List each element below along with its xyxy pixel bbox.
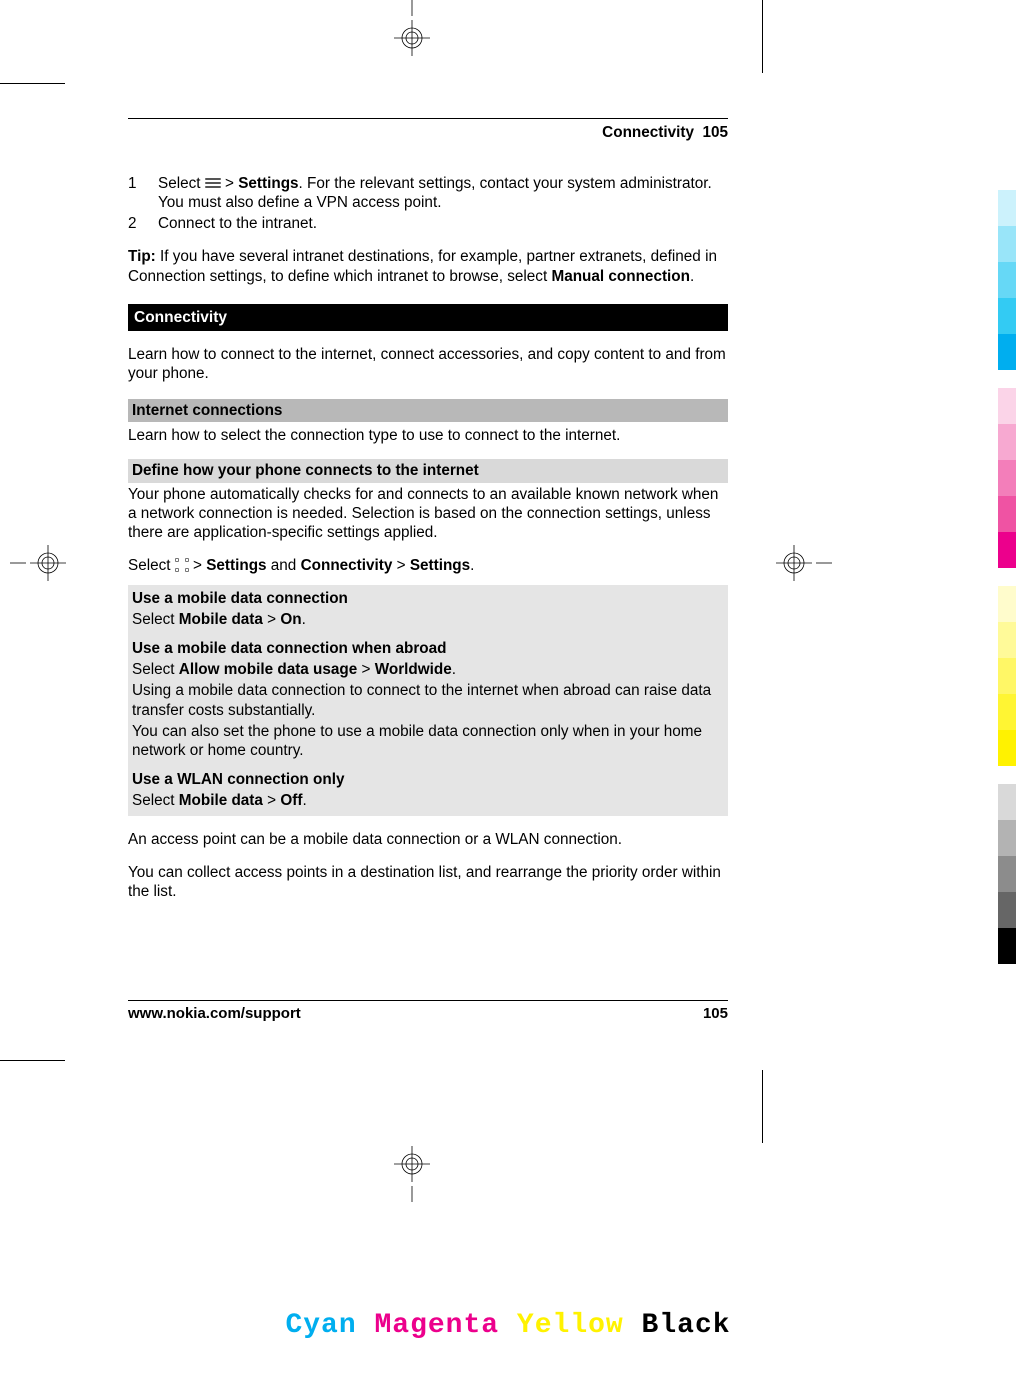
connectivity-intro: Learn how to connect to the internet, co… — [128, 345, 728, 383]
tip-paragraph: Tip: If you have several intranet destin… — [128, 247, 728, 285]
access-point-note: An access point can be a mobile data con… — [128, 830, 728, 849]
page-content: Connectivity 105 1 Select > Settings. Fo… — [128, 118, 728, 901]
box-wlan-only: Use a WLAN connection only Select Mobile… — [128, 766, 728, 816]
section-heading-connectivity: Connectivity — [128, 304, 728, 331]
step-1: 1 Select > Settings. For the relevant se… — [128, 174, 728, 212]
step-2: 2 Connect to the intranet. — [128, 214, 728, 233]
running-header: Connectivity 105 — [128, 123, 728, 142]
subsection-define: Define how your phone connects to the in… — [128, 459, 728, 482]
define-paragraph: Your phone automatically checks for and … — [128, 485, 728, 542]
define-select-path: Select > Settings and Connectivity > Set… — [128, 556, 728, 575]
menu-icon — [205, 176, 221, 190]
internet-intro: Learn how to select the connection type … — [128, 426, 728, 445]
process-color-names: Cyan Magenta Yellow Black — [0, 1310, 1016, 1341]
footer-url: www.nokia.com/support — [128, 1005, 301, 1022]
footer-page-number: 105 — [703, 1005, 728, 1022]
box-mobile-data-abroad: Use a mobile data connection when abroad… — [128, 635, 728, 766]
crop-mark — [0, 1060, 65, 1061]
apps-icon — [175, 558, 189, 572]
crop-mark — [762, 0, 763, 73]
destination-list-note: You can collect access points in a desti… — [128, 863, 728, 901]
crop-mark — [0, 83, 65, 84]
page-footer: www.nokia.com/support 105 — [128, 1000, 728, 1022]
color-swatches — [998, 190, 1016, 964]
box-mobile-data: Use a mobile data connection Select Mobi… — [128, 585, 728, 635]
subsection-internet-connections: Internet connections — [128, 399, 728, 422]
crop-mark — [762, 1070, 763, 1143]
